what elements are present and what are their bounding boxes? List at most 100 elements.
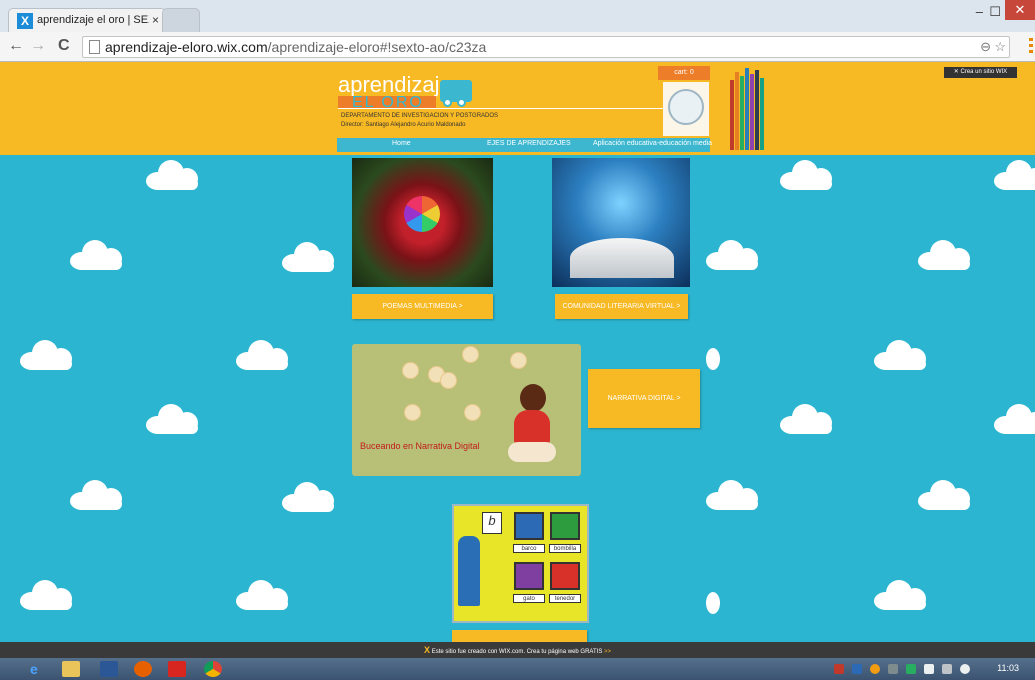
wix-promo-button[interactable]: ✕ Crea un sitio WIX — [944, 67, 1017, 78]
bombilla-card-icon — [550, 512, 580, 540]
firefox-icon[interactable] — [134, 661, 152, 677]
nav-home[interactable]: Home — [392, 140, 411, 147]
url-input[interactable]: aprendizaje-eloro.wix.com/aprendizaje-el… — [82, 36, 1010, 58]
book-pages-icon — [570, 238, 674, 278]
back-icon[interactable]: ← — [8, 37, 24, 55]
cloud-icon — [20, 580, 78, 610]
train-wheel-icon — [443, 98, 452, 107]
narrativa-caption: Buceando en Narrativa Digital — [360, 441, 480, 451]
site-header: aprendizaje EL ORO DEPARTAMENTO DE INVES… — [0, 62, 1035, 155]
wix-logo-icon: X — [424, 645, 431, 655]
browser-menu-icon[interactable] — [1029, 38, 1033, 54]
cloud-icon — [236, 580, 294, 610]
cloud-icon — [706, 592, 720, 622]
site-nav: Home EJES DE APRENDIZAJES Aplicación edu… — [337, 138, 712, 152]
gato-card-icon — [514, 562, 544, 590]
tray-antivirus-icon[interactable] — [834, 664, 844, 674]
open-book-image[interactable] — [552, 158, 690, 287]
cloud-icon — [70, 240, 128, 270]
cart-button[interactable]: cart: 0 — [658, 66, 710, 80]
nav-ejes[interactable]: EJES DE APRENDIZAJES — [487, 140, 571, 147]
file-explorer-icon[interactable] — [62, 661, 80, 677]
url-text: aprendizaje-eloro.wix.com/aprendizaje-el… — [105, 39, 486, 55]
narrativa-digital-button[interactable]: NARRATIVA DIGITAL > — [588, 369, 700, 428]
letter-card: b — [482, 512, 502, 534]
minimize-button[interactable]: – — [976, 4, 983, 19]
fish-bubble-icon — [402, 362, 419, 379]
institution-seal — [663, 82, 709, 136]
cloud-icon — [994, 160, 1035, 190]
chrome-icon[interactable] — [204, 661, 222, 677]
cloud-icon — [706, 240, 764, 270]
acrobat-icon[interactable] — [168, 661, 186, 677]
logo-subtitle[interactable]: EL ORO — [352, 94, 424, 112]
poemas-multimedia-button[interactable]: POEMAS MULTIMEDIA > — [352, 294, 493, 319]
window-close-button[interactable]: ✕ — [1005, 0, 1035, 20]
cloud-icon — [874, 340, 932, 370]
bottom-partial-button[interactable] — [452, 630, 587, 642]
nav-aplicacion[interactable]: Aplicación educativa-educación media — [593, 140, 712, 147]
tab-close-icon[interactable]: × — [152, 13, 159, 27]
zoom-icon[interactable]: ⊖ — [980, 39, 991, 55]
barco-card-icon — [514, 512, 544, 540]
tray-chrome-icon[interactable] — [870, 664, 880, 674]
wix-favicon-icon: X — [17, 13, 33, 29]
wix-banner-message: Este sitio fue creado con WIX.com. Crea … — [431, 649, 603, 655]
word-barco: barco — [513, 544, 545, 553]
cloud-icon — [780, 404, 838, 434]
department-text: DEPARTAMENTO DE INVESTIGACION Y POSTGRAD… — [341, 113, 499, 119]
maximize-button[interactable]: ☐ — [989, 4, 1001, 20]
windows-taskbar: e 11:03 — [0, 658, 1035, 680]
fish-bubble-icon — [464, 404, 481, 421]
reload-icon[interactable]: C — [58, 37, 70, 55]
fish-bubble-icon — [462, 346, 479, 363]
page-icon — [89, 40, 100, 54]
cloud-icon — [994, 404, 1035, 434]
volume-icon[interactable] — [960, 664, 970, 674]
narrativa-image[interactable]: Buceando en Narrativa Digital — [352, 344, 581, 476]
address-bar: ← → C aprendizaje-eloro.wix.com/aprendiz… — [0, 32, 1035, 62]
tray-display-icon[interactable] — [942, 664, 952, 674]
cloud-icon — [236, 340, 294, 370]
word-icon[interactable] — [100, 661, 118, 677]
word-tenedor: tenedor — [549, 594, 581, 603]
header-divider — [338, 108, 708, 109]
fish-bubble-icon — [440, 372, 457, 389]
new-tab-button[interactable] — [162, 8, 200, 32]
cloud-icon — [706, 348, 720, 378]
phonics-cards-image[interactable]: b barco bombilla gato tenedor — [452, 504, 589, 623]
forward-icon[interactable]: → — [30, 37, 46, 55]
fish-bubble-icon — [510, 352, 527, 369]
boy-illustration — [458, 536, 480, 606]
ie-icon[interactable]: e — [30, 661, 48, 677]
browser-tab-bar: X aprendizaje el oro | SEXTO × – ☐ ✕ — [0, 0, 1035, 32]
girl-reading-illustration — [502, 384, 562, 470]
wix-banner-text[interactable]: X Este sitio fue creado con WIX.com. Cre… — [424, 645, 611, 655]
cloud-icon — [706, 480, 764, 510]
rose-image[interactable] — [352, 158, 493, 287]
cloud-icon — [918, 480, 976, 510]
tray-flag-icon[interactable] — [924, 664, 934, 674]
tray-network-icon[interactable] — [906, 664, 916, 674]
word-bombilla: bombilla — [549, 544, 581, 553]
cloud-icon — [874, 580, 932, 610]
tab-aprendizaje[interactable]: X aprendizaje el oro | SEXTO × — [8, 8, 166, 32]
wix-banner[interactable]: X Este sitio fue creado con WIX.com. Cre… — [0, 642, 1035, 658]
rainbow-rose-icon — [404, 196, 440, 232]
colored-pencils-image — [728, 66, 768, 150]
train-wheel-icon — [457, 98, 466, 107]
comunidad-literaria-button[interactable]: COMUNIDAD LITERARIA VIRTUAL > — [555, 294, 688, 319]
tab-title: aprendizaje el oro | SEXTO — [37, 14, 149, 26]
cloud-icon — [20, 340, 78, 370]
tray-app-icon[interactable] — [852, 664, 862, 674]
taskbar-clock[interactable]: 11:03 — [997, 663, 1019, 673]
word-gato: gato — [513, 594, 545, 603]
cloud-icon — [282, 482, 340, 512]
tray-camera-icon[interactable] — [888, 664, 898, 674]
url-domain: aprendizaje-eloro.wix.com — [105, 39, 268, 55]
tenedor-card-icon — [550, 562, 580, 590]
cloud-icon — [70, 480, 128, 510]
bookmark-star-icon[interactable]: ☆ — [994, 39, 1006, 55]
fish-bubble-icon — [404, 404, 421, 421]
wix-banner-arrow: >> — [604, 649, 612, 655]
